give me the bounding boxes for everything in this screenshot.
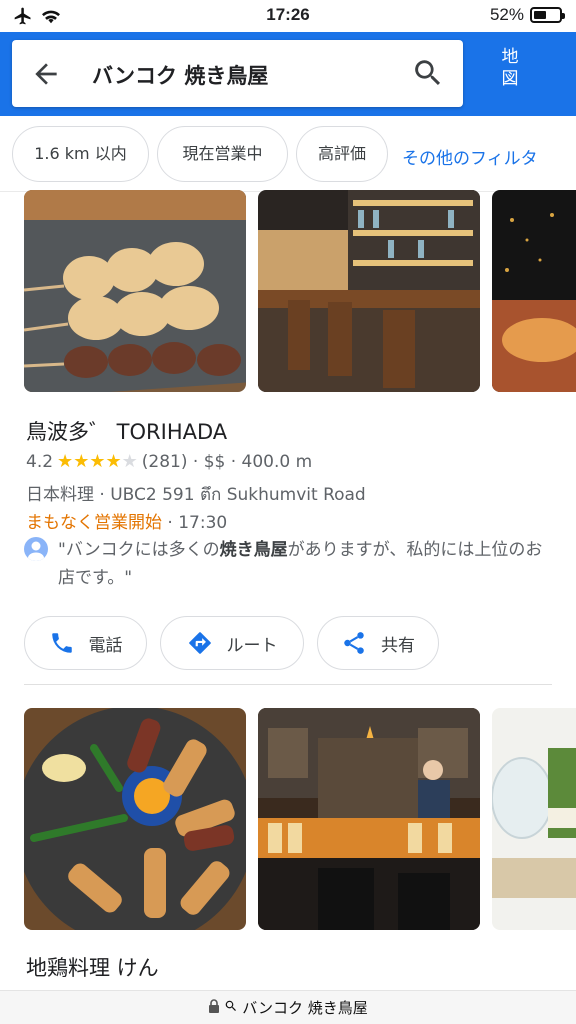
hours-status: まもなく営業開始 <box>26 513 162 533</box>
place-name-2[interactable]: 地鶏料理 けん <box>26 952 159 982</box>
call-button[interactable]: 電話 <box>24 616 147 670</box>
filter-chip-top-rated[interactable]: 高評価 <box>296 126 388 182</box>
search-icon[interactable] <box>411 56 445 90</box>
url-bar[interactable]: バンコク 焼き鳥屋 <box>0 990 576 1024</box>
directions-icon <box>188 632 211 654</box>
call-label: 電話 <box>88 635 123 656</box>
star-empty-icon: ★ <box>121 451 138 472</box>
dessert-photo[interactable] <box>492 708 576 930</box>
rating-line: 4.2 ★ ★ ★ ★ ★ (281) · $$ · 400.0 m <box>26 451 313 472</box>
food-photo-yakitori-plate[interactable] <box>24 708 246 930</box>
route-label: ルート <box>226 635 278 656</box>
category-address: 日本料理 · UBC2 591 ตึก Sukhumvit Road <box>26 485 366 505</box>
status-bar: 17:26 52% <box>0 0 576 32</box>
share-icon <box>344 632 364 654</box>
search-header: バンコク 焼き鳥屋 地 図 <box>0 32 576 116</box>
star-rating: ★ ★ ★ ★ ★ <box>57 453 138 471</box>
review-snippet: "バンコクには多くの焼き鳥屋がありますが、私的には上位のお店です。" <box>58 540 543 588</box>
search-input[interactable]: バンコク 焼き鳥屋 <box>92 60 268 90</box>
battery-percent: 52% <box>489 5 524 24</box>
search-box[interactable]: バンコク 焼き鳥屋 <box>12 40 463 107</box>
filter-row: 1.6 km 以内 現在営業中 高評価 その他のフィルタ <box>0 116 576 192</box>
star-filled-icon: ★ <box>89 451 106 472</box>
map-button[interactable]: 地 図 <box>480 46 540 102</box>
reviewer-avatar-icon <box>24 537 48 561</box>
filter-chip-distance[interactable]: 1.6 km 以内 <box>12 126 149 182</box>
battery-level <box>534 11 547 19</box>
review-highlight: 焼き鳥屋 <box>219 540 288 560</box>
place-name[interactable]: 鳥波多゛ TORIHADA <box>26 416 227 446</box>
food-photo-skewers[interactable] <box>24 190 246 392</box>
lock-icon <box>208 998 220 1017</box>
more-filters-link[interactable]: その他のフィルタ <box>402 144 538 169</box>
distance: 400.0 m <box>241 452 313 472</box>
search-small-icon <box>224 999 238 1017</box>
divider <box>24 684 552 685</box>
phone-icon <box>51 633 72 653</box>
price-level: $$ <box>203 452 226 472</box>
map-button-label-1: 地 <box>501 47 519 67</box>
route-button[interactable]: ルート <box>160 616 304 670</box>
battery-icon <box>530 7 565 23</box>
share-button[interactable]: 共有 <box>317 616 439 670</box>
hours-time: · 17:30 <box>167 513 228 533</box>
opening-hours: まもなく営業開始 · 17:30 <box>26 508 227 533</box>
battery-indicator: 52% <box>489 5 565 25</box>
listing-photos[interactable] <box>24 190 576 392</box>
star-filled-icon: ★ <box>73 451 90 472</box>
restaurant-interior-bar-photo[interactable] <box>258 190 480 392</box>
url-text: バンコク 焼き鳥屋 <box>242 999 368 1017</box>
star-filled-icon: ★ <box>105 451 122 472</box>
review-count: (281) <box>141 452 188 472</box>
back-arrow-icon[interactable] <box>30 58 62 90</box>
map-button-label-2: 図 <box>501 69 519 89</box>
star-filled-icon: ★ <box>57 451 74 472</box>
listing-photos-2[interactable] <box>24 708 576 930</box>
restaurant-counter-chef-photo[interactable] <box>258 708 480 930</box>
restaurant-sign-photo[interactable] <box>492 190 576 392</box>
rating-value: 4.2 <box>26 452 54 472</box>
filter-chip-open-now[interactable]: 現在営業中 <box>157 126 288 182</box>
share-label: 共有 <box>381 635 415 656</box>
